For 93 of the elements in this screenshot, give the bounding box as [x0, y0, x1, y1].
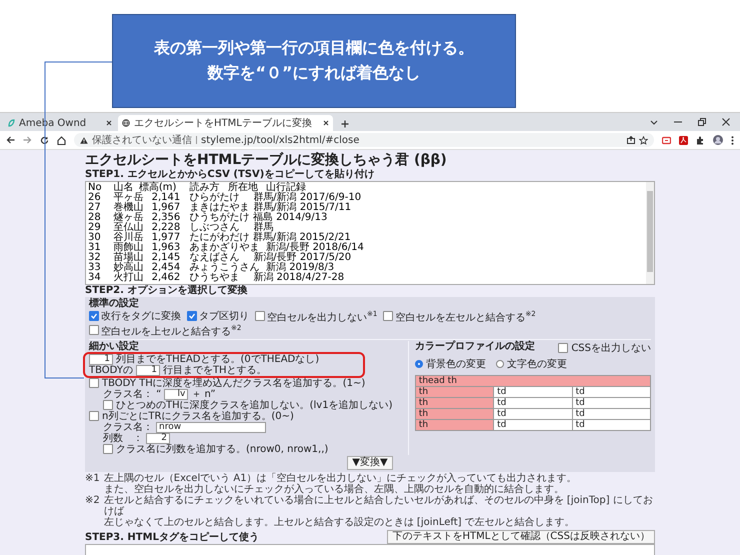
home-icon[interactable]	[57, 136, 66, 144]
checkbox[interactable]	[187, 311, 197, 322]
close-icon[interactable]	[106, 120, 112, 126]
step-heading: STEP2. オプションを選択して変換	[85, 285, 248, 297]
forward-icon[interactable]	[23, 136, 32, 144]
table-cell: th	[415, 419, 494, 430]
scrollbar[interactable]	[646, 182, 654, 284]
field-label: 列目までをTHEADとする。(0でTHEADなし)	[116, 354, 320, 365]
share-icon[interactable]	[627, 136, 635, 144]
avatar-icon[interactable]	[713, 135, 723, 145]
section-heading: カラープロファイルの設定	[414, 340, 535, 354]
browser-tab[interactable]: エクセルシートをHTMLテーブルに変換	[118, 115, 333, 131]
table-cell: td	[494, 386, 572, 398]
warning-icon[interactable]	[80, 136, 88, 144]
option-label: クラス名に列数を追加する。(nrow0, nrow1,,)	[116, 444, 328, 455]
radio-button[interactable]	[496, 360, 504, 368]
table-cell: td	[572, 386, 650, 398]
preview-button[interactable]: 下のテキストをHTMLとして確認（CSSは反映されない）	[387, 530, 655, 544]
checkbox[interactable]	[255, 311, 265, 322]
globe-icon	[122, 119, 130, 127]
new-tab-icon[interactable]	[341, 120, 349, 128]
extension-icon[interactable]	[662, 136, 671, 144]
note-mark: ※2	[85, 494, 100, 508]
input-field[interactable]: nrow	[156, 422, 266, 433]
note-text: また、空白セルを出力しないにチェックが入っている場合、左隅、上隅のセルを自動的に結合します。	[104, 484, 565, 495]
field-label: ＋ n”	[191, 388, 216, 400]
note-text: 左じゃなくて上のセルと結合します。上セルと結合する設定のときは [joinLeft] で左セルと結合します。	[104, 516, 576, 528]
radio-button[interactable]	[414, 360, 423, 368]
address-bar[interactable]: 保護されていない通信 styleme.jp/tool/xls2html/#close	[74, 133, 654, 147]
input-field[interactable]: 2	[146, 432, 170, 444]
table-cell: td	[572, 408, 650, 420]
field-label: 列数 ：	[103, 432, 143, 444]
restore-icon[interactable]	[698, 118, 706, 126]
option-label: n列ごとにTRにクラス名を追加する。(0~)	[102, 410, 294, 422]
option-label: 空白セルを左セルと結合する$^{※2}$	[395, 309, 536, 324]
option-label: 背景色の変更	[426, 358, 486, 371]
note-text: 左セルと結合するにチェックをいれている場合に上セルと結合したいセルがあれば、そのセルの中身を [joinTop] にしておけば	[104, 494, 654, 517]
close-icon[interactable]	[722, 118, 730, 126]
back-icon[interactable]	[6, 136, 15, 144]
input-field[interactable]: 1	[136, 364, 160, 376]
option-label: ひとつめのTHに深度クラスを追加しない。(lv1を追加しない)	[116, 400, 392, 411]
security-label: 保護されていない通信	[92, 134, 192, 147]
checkbox[interactable]	[89, 411, 99, 422]
field-label: TBODYの	[89, 364, 133, 376]
callout-text: 表の第一列や第一行の項目欄に色を付ける。	[154, 38, 474, 59]
option-label: 文字色の変更	[506, 358, 567, 371]
checkbox[interactable]	[558, 342, 568, 353]
csv-input-field[interactable]: No 山名 標高(m) 読み方 所在地 山行記録 26 平ヶ岳 2,141 ひらがたけ 群馬/新潟 2017/6/9-10 27 巻機山 1,967 まきはたやま 群馬/新潟 2015/7/11 28 燧ヶ岳 2,356 ひうちがたけ 福島 2014/9/13 29 至仏山 2,228 しぶつさん 群馬 30 谷川岳 1,977 たにがわだけ 群馬/新潟 2015/2/21 31 雨飾山 1,963 あまかざりやま 新潟/長野 2018/6/14 32 苗場山 2,145 なえばさん 新潟/長野 2017/5/20 33 妙高山 2,454 みょうこうさん 新潟 2019/8/3 34 火打山 2,462 ひうちやま 新潟 2018/4/27-28	[85, 181, 655, 285]
field-label: クラス名： “	[103, 388, 162, 400]
table-cell: td	[494, 397, 572, 408]
minimize-icon[interactable]	[674, 121, 682, 123]
puzzle-icon[interactable]	[696, 136, 705, 144]
section-heading: 標準の設定	[89, 298, 140, 309]
page-title: エクセルシートをHTMLテーブルに変換しちゃう君 (ββ)	[85, 152, 448, 168]
checkbox[interactable]	[103, 444, 113, 454]
note-mark: ※1	[85, 472, 100, 486]
reload-icon[interactable]	[40, 136, 49, 144]
input-field[interactable]: lv	[164, 388, 188, 400]
option-label: 空白セルを出力しない$^{※1}$	[267, 309, 378, 324]
table-cell: th	[415, 397, 494, 408]
pdf-icon[interactable]	[679, 136, 688, 144]
table-cell: th	[415, 386, 494, 398]
option-label: タブ区切り	[199, 310, 249, 322]
field-label: クラス名：	[103, 422, 153, 433]
checkbox[interactable]	[103, 400, 113, 410]
table-cell: thead th	[415, 375, 650, 386]
close-icon[interactable]	[323, 120, 329, 126]
checkbox[interactable]	[89, 311, 99, 322]
section-heading: 細かい設定	[89, 340, 140, 352]
note-text: 左上隅のセル（Excelでいう A1）は「空白セルを出力しない」にチェックが入っていても出力されます。	[104, 472, 577, 484]
checkbox[interactable]	[89, 378, 99, 388]
option-label: CSSを出力しない	[571, 342, 651, 355]
chevron-down-icon[interactable]	[650, 120, 658, 124]
step-heading: STEP1. エクセルとかからCSV (TSV)をコピーしてを貼り付け	[85, 169, 376, 181]
checkbox[interactable]	[383, 311, 394, 322]
option-label: 空白セルを上セルと結合する$^{※2}$	[101, 323, 242, 338]
table-cell: td	[572, 397, 650, 408]
step-heading: STEP3. HTMLタグをコピーして使う	[85, 532, 259, 544]
menu-icon[interactable]	[731, 136, 734, 144]
checkbox[interactable]	[89, 325, 99, 336]
input-field[interactable]: 1	[89, 354, 113, 365]
callout-text: 数字を“０”にすれば着色なし	[207, 63, 421, 84]
table-cell: td	[494, 419, 572, 430]
option-label: TBODY THに深度を埋め込んだクラス名を追加する。(1~)	[102, 378, 366, 389]
field-label: 行目までをTHとする。	[162, 364, 267, 376]
convert-button[interactable]: ▼変換▼	[347, 456, 393, 470]
url-text: styleme.jp/tool/xls2html/#close	[201, 134, 360, 146]
table-cell: th	[415, 408, 494, 420]
table-cell: td	[494, 408, 572, 420]
option-label: 改行をタグに変換	[101, 310, 181, 322]
star-icon[interactable]	[639, 136, 648, 144]
table-cell: td	[572, 419, 650, 430]
leaf-icon	[8, 119, 15, 127]
